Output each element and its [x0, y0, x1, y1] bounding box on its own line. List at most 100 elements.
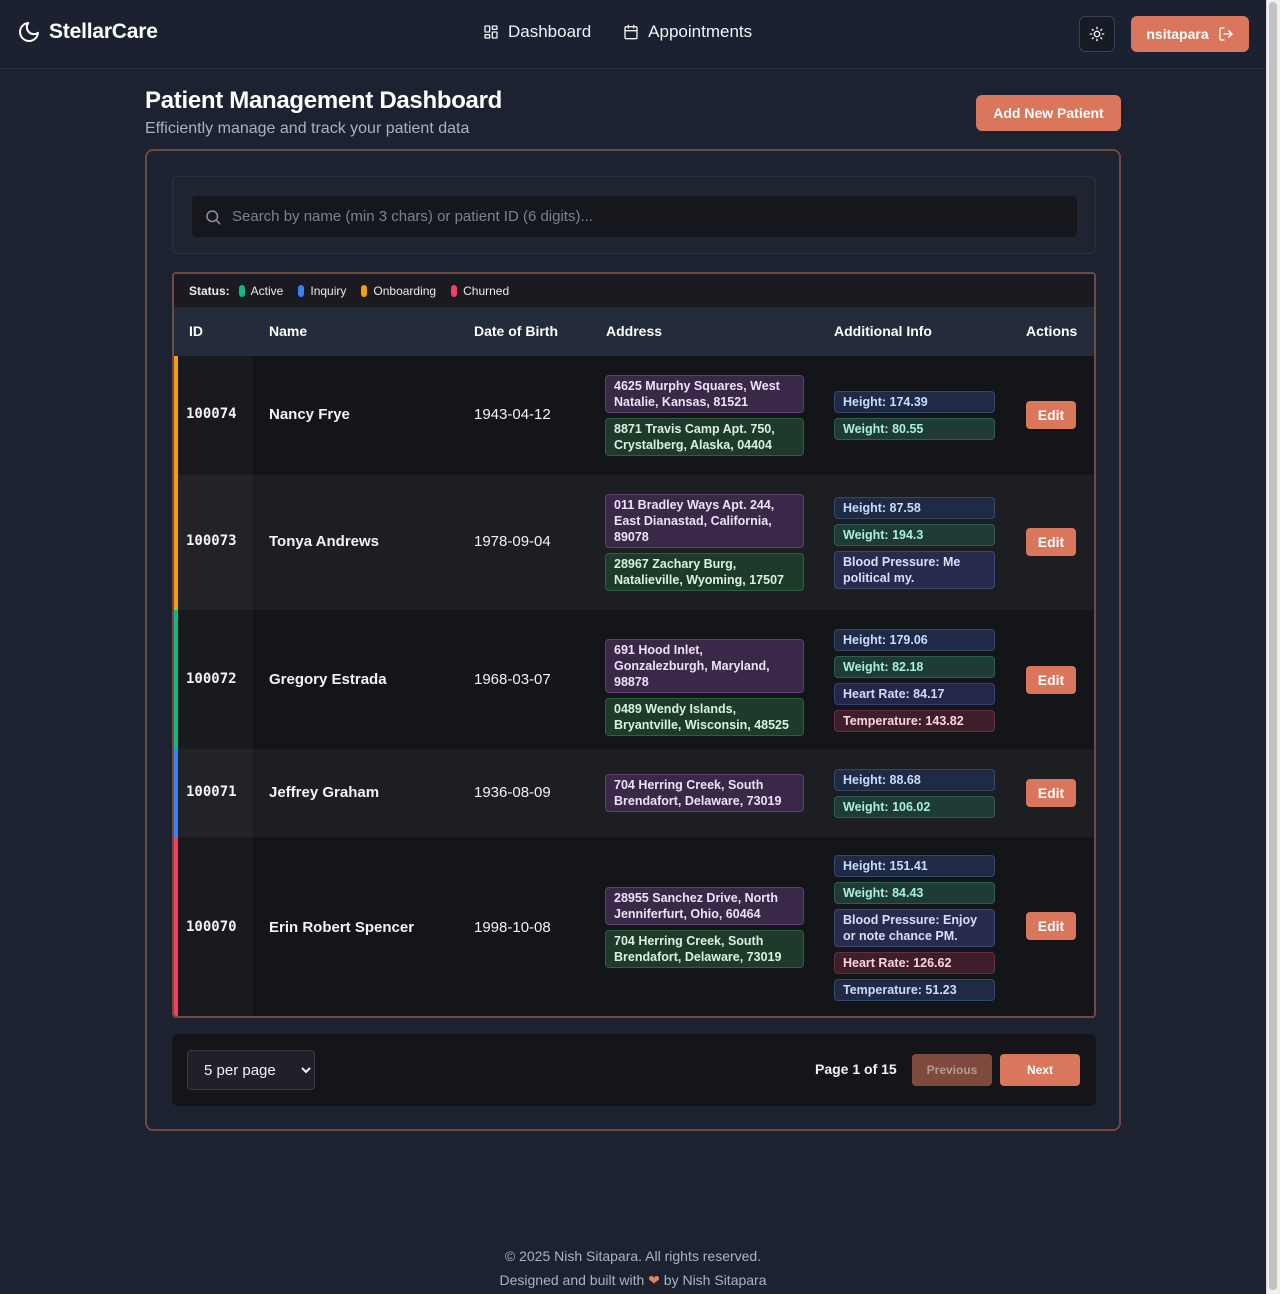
additional-info-list: Height: 88.68 Weight: 106.02 — [834, 769, 995, 818]
patient-id: 100072 — [186, 671, 237, 687]
address-secondary: 28967 Zachary Burg, Natalieville, Wyomin… — [605, 553, 804, 591]
info-height: Height: 88.68 — [834, 769, 995, 791]
table-row: 100073 Tonya Andrews 1978-09-04 011 Brad… — [174, 475, 1094, 610]
patient-dob: 1943-04-12 — [474, 406, 551, 423]
edit-button[interactable]: Edit — [1026, 666, 1076, 694]
patient-table: Status: Active Inquiry Onboarding Churne… — [172, 272, 1096, 1018]
address-list: 011 Bradley Ways Apt. 244, East Dianasta… — [605, 494, 804, 591]
address-primary: 4625 Murphy Squares, West Natalie, Kansa… — [605, 375, 804, 413]
patient-id: 100074 — [186, 406, 237, 422]
info-weight: Weight: 106.02 — [834, 796, 995, 818]
edit-button[interactable]: Edit — [1026, 528, 1076, 556]
username: nsitapara — [1146, 26, 1209, 42]
brand[interactable]: StellarCare — [17, 20, 158, 44]
legend-item-inquiry: Inquiry — [298, 284, 346, 298]
edit-button[interactable]: Edit — [1026, 779, 1076, 807]
info-blood-pressure: Blood Pressure: Enjoy or note chance PM. — [834, 909, 995, 947]
search-box[interactable] — [192, 196, 1077, 237]
address-primary: 691 Hood Inlet, Gonzalezburgh, Maryland,… — [605, 639, 804, 693]
pagination-bar: 5 per page Page 1 of 15 Previous Next — [172, 1034, 1096, 1106]
info-weight: Weight: 82.18 — [834, 656, 995, 678]
legend-dot — [298, 284, 305, 297]
nav-appointments-label: Appointments — [648, 22, 753, 41]
patient-id: 100070 — [186, 919, 237, 935]
nav-dashboard[interactable]: Dashboard — [483, 22, 591, 42]
previous-button[interactable]: Previous — [912, 1054, 992, 1086]
patient-dob: 1968-03-07 — [474, 671, 551, 688]
top-navbar: StellarCare Dashboard Appointments nsita… — [0, 0, 1266, 69]
search-icon — [206, 209, 221, 224]
scrollbar-thumb[interactable] — [1269, 2, 1277, 1290]
heart-icon: ❤ — [648, 1272, 660, 1288]
patient-dob: 1978-09-04 — [474, 533, 551, 550]
status-legend: Status: Active Inquiry Onboarding Churne… — [174, 274, 1094, 307]
nav-dashboard-label: Dashboard — [508, 22, 592, 41]
grid-icon — [484, 25, 498, 39]
additional-info-list: Height: 179.06 Weight: 82.18 Heart Rate:… — [834, 629, 995, 732]
column-header-actions: Actions — [1026, 323, 1078, 339]
info-weight: Weight: 194.3 — [834, 524, 995, 546]
patient-name: Erin Robert Spencer — [269, 919, 415, 936]
legend-dot — [238, 284, 245, 297]
address-primary: 704 Herring Creek, South Brendafort, Del… — [605, 774, 804, 812]
legend-dot — [451, 284, 458, 297]
legend-dot — [361, 284, 368, 297]
theme-toggle-button[interactable] — [1079, 16, 1115, 52]
search-panel — [172, 176, 1096, 254]
nav-appointments[interactable]: Appointments — [623, 22, 752, 42]
add-new-patient-button[interactable]: Add New Patient — [976, 95, 1121, 131]
column-header-name[interactable]: Name — [269, 323, 307, 339]
edit-button[interactable]: Edit — [1026, 912, 1076, 940]
info-temperature: Temperature: 143.82 — [834, 710, 995, 732]
footer-built-suffix: by Nish Sitapara — [663, 1272, 767, 1288]
address-primary: 28955 Sanchez Drive, North Jenniferfurt,… — [605, 887, 804, 925]
next-button[interactable]: Next — [1000, 1054, 1080, 1086]
page-subtitle: Efficiently manage and track your patien… — [145, 120, 470, 137]
table-row: 100071 Jeffrey Graham 1936-08-09 704 Her… — [174, 749, 1094, 837]
info-heart-rate: Heart Rate: 126.62 — [834, 952, 995, 974]
table-header: ID Name Date of Birth Address Additional… — [174, 307, 1094, 356]
legend-label: Active — [250, 283, 284, 298]
sun-icon — [1089, 26, 1105, 42]
column-header-address: Address — [606, 323, 663, 339]
column-header-dob[interactable]: Date of Birth — [474, 323, 558, 339]
legend-label: Churned — [463, 283, 510, 298]
legend-item-active: Active — [238, 283, 284, 298]
address-secondary: 704 Herring Creek, South Brendafort, Del… — [605, 930, 804, 968]
address-list: 28955 Sanchez Drive, North Jenniferfurt,… — [605, 887, 804, 968]
address-list: 4625 Murphy Squares, West Natalie, Kansa… — [605, 375, 804, 456]
page-title: Patient Management Dashboard — [145, 87, 503, 114]
info-heart-rate: Heart Rate: 84.17 — [834, 683, 995, 705]
search-input[interactable] — [222, 196, 1077, 237]
address-secondary: 0489 Wendy Islands, Bryantville, Wiscons… — [605, 698, 804, 736]
column-header-id[interactable]: ID — [189, 323, 203, 339]
user-logout-button[interactable]: nsitapara — [1131, 16, 1249, 52]
table-row: 100072 Gregory Estrada 1968-03-07 691 Ho… — [174, 610, 1094, 749]
footer-copyright: © 2025 Nish Sitapara. All rights reserve… — [504, 1248, 762, 1264]
table-row: 100070 Erin Robert Spencer 1998-10-08 28… — [174, 837, 1094, 1016]
address-list: 704 Herring Creek, South Brendafort, Del… — [605, 774, 804, 812]
info-weight: Weight: 80.55 — [834, 418, 995, 440]
legend-label: Inquiry — [310, 283, 347, 298]
footer-built-prefix: Designed and built with — [499, 1272, 645, 1288]
info-height: Height: 179.06 — [834, 629, 995, 651]
address-secondary: 8871 Travis Camp Apt. 750, Crystalberg, … — [605, 418, 804, 456]
legend-item-onboarding: Onboarding — [361, 284, 436, 298]
info-height: Height: 87.58 — [834, 497, 995, 519]
column-header-additional-info: Additional Info — [834, 323, 932, 339]
info-weight: Weight: 84.43 — [834, 882, 995, 904]
calendar-icon — [624, 24, 638, 40]
patient-name: Jeffrey Graham — [269, 784, 380, 801]
info-temperature: Temperature: 51.23 — [834, 979, 995, 1001]
table-row: 100074 Nancy Frye 1943-04-12 4625 Murphy… — [174, 356, 1094, 475]
page-scrollbar[interactable] — [1266, 0, 1280, 1294]
address-list: 691 Hood Inlet, Gonzalezburgh, Maryland,… — [605, 639, 804, 736]
patient-name: Gregory Estrada — [269, 671, 387, 688]
legend-item-churned: Churned — [451, 284, 509, 298]
patient-dob: 1998-10-08 — [474, 919, 551, 936]
additional-info-list: Height: 87.58 Weight: 194.3 Blood Pressu… — [834, 497, 995, 589]
per-page-select[interactable]: 5 per page — [187, 1050, 315, 1090]
info-height: Height: 151.41 — [834, 855, 995, 877]
edit-button[interactable]: Edit — [1026, 401, 1076, 429]
patient-dob: 1936-08-09 — [474, 784, 551, 801]
